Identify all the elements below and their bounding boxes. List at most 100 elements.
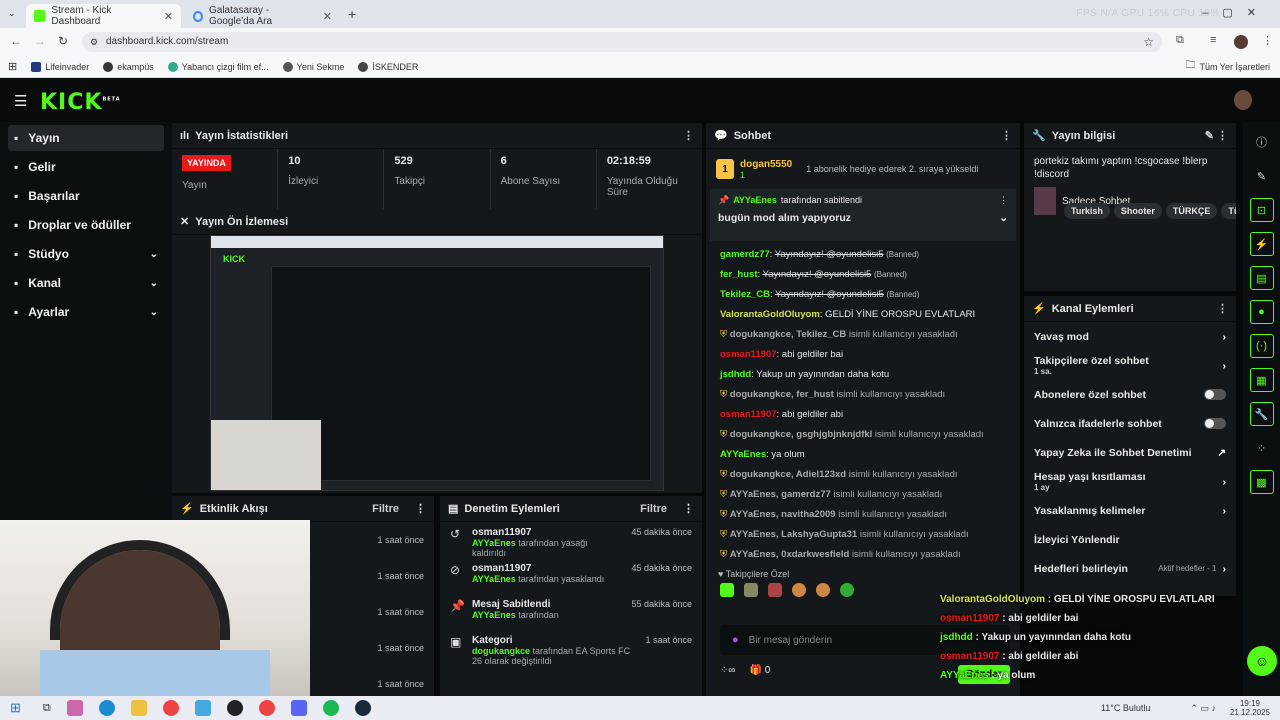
- chat-username[interactable]: jsdhdd: [720, 369, 751, 380]
- apps-icon[interactable]: ⊞: [8, 60, 17, 73]
- back-icon[interactable]: ←: [10, 34, 22, 48]
- chat-bubble-icon[interactable]: ●: [1249, 300, 1274, 324]
- tag-chip[interactable]: Shooter: [1113, 203, 1162, 219]
- steam-icon[interactable]: [354, 700, 371, 716]
- bookmark-iskender[interactable]: İSKENDER: [358, 61, 418, 72]
- filter-button[interactable]: Filtre: [372, 503, 399, 515]
- task-view-icon[interactable]: ⧉: [43, 702, 51, 715]
- weather[interactable]: 11°C Bulutlu: [1101, 703, 1150, 713]
- edge-icon[interactable]: [98, 700, 115, 716]
- tab-google-search[interactable]: Galatasaray - Google'da Ara ✕: [185, 4, 340, 28]
- channel-action-row[interactable]: Hesap yaşı kısıtlaması 1 ay ›: [1024, 467, 1236, 496]
- obs-icon[interactable]: [226, 700, 243, 716]
- chat-username[interactable]: Tekilez_CB: [720, 289, 770, 300]
- edit-icon[interactable]: ✎: [1250, 164, 1274, 188]
- close-tab-icon[interactable]: ✕: [323, 10, 332, 23]
- tab-search-icon[interactable]: ⌄: [8, 8, 16, 19]
- toggle-switch[interactable]: [1204, 418, 1226, 429]
- forward-icon[interactable]: →: [34, 34, 46, 48]
- more-options-icon[interactable]: ⋮: [683, 129, 694, 142]
- hamburger-menu-icon[interactable]: ☰: [14, 92, 27, 110]
- more-options-icon[interactable]: ⋮: [1217, 302, 1228, 315]
- info-icon[interactable]: ⓘ: [1250, 130, 1274, 154]
- channel-action-row[interactable]: Yavaş mod ›: [1024, 322, 1236, 351]
- new-tab-button[interactable]: +: [348, 6, 356, 22]
- tray-icons[interactable]: ⌃ ▭ ♪: [1190, 703, 1216, 714]
- profile-avatar[interactable]: [1234, 35, 1248, 49]
- tab-kick-dashboard[interactable]: Stream - Kick Dashboard ✕: [26, 4, 181, 28]
- moderation-actor[interactable]: AYYaEnes: [472, 574, 516, 584]
- wrench-icon[interactable]: 🔧: [1249, 402, 1274, 426]
- more-options-icon[interactable]: ⋮: [683, 502, 694, 515]
- sidebar-item-5[interactable]: ▪ Kanal ⌄: [8, 270, 164, 296]
- channel-action-row[interactable]: Hedefleri belirleyin Aktif hedefler - 1 ›: [1024, 554, 1236, 583]
- scan-icon[interactable]: ⊡: [1249, 198, 1274, 222]
- sidebar-item-2[interactable]: ▪ Başarılar: [8, 183, 164, 209]
- emote-bar[interactable]: [720, 583, 854, 605]
- chat-username[interactable]: osman11907: [720, 409, 777, 420]
- url-field[interactable]: ⚙ dashboard.kick.com/stream ☆: [82, 32, 1162, 52]
- layout-icon[interactable]: ▦: [1249, 368, 1274, 392]
- chrome-icon[interactable]: [258, 700, 275, 716]
- calculator-icon[interactable]: ▩: [1249, 470, 1274, 494]
- bookmark-star-icon[interactable]: ☆: [1143, 32, 1154, 52]
- chevron-down-icon[interactable]: ⌄: [999, 212, 1008, 224]
- channel-action-row[interactable]: Yasaklanmış kelimeler ›: [1024, 496, 1236, 525]
- users-icon[interactable]: ⁘: [1250, 436, 1274, 460]
- clipboard-icon[interactable]: ▤: [1249, 266, 1274, 290]
- channel-action-row[interactable]: Yalnızca ifadelerle sohbet: [1024, 409, 1236, 438]
- explorer-icon[interactable]: [130, 700, 147, 716]
- window-controls[interactable]: –▢✕: [1202, 6, 1270, 19]
- close-tab-icon[interactable]: ✕: [164, 10, 173, 23]
- stream-preview-video[interactable]: KICK: [210, 235, 664, 491]
- spotify-icon[interactable]: [322, 700, 339, 716]
- chat-username[interactable]: AYYaEnes: [720, 449, 766, 460]
- moderation-actor[interactable]: dogukangkce: [472, 646, 530, 656]
- tag-chip[interactable]: Turkish: [1064, 203, 1110, 219]
- bookmark-lifeinvader[interactable]: Lifeinvader: [31, 61, 89, 72]
- chrome-icon[interactable]: [162, 700, 179, 716]
- tag-chip[interactable]: Türk: [1221, 203, 1236, 219]
- sidebar-item-0[interactable]: ▪ Yayın: [8, 125, 164, 151]
- moderation-actor[interactable]: AYYaEnes: [472, 610, 516, 620]
- channel-action-row[interactable]: Abonelere özel sohbet: [1024, 380, 1236, 409]
- channel-action-row[interactable]: İzleyici Yönlendir: [1024, 525, 1236, 554]
- support-button[interactable]: ☺: [1247, 646, 1277, 676]
- media-icon[interactable]: ≡: [1210, 34, 1216, 46]
- channel-action-row[interactable]: Takipçilere özel sohbet 1 sa. ›: [1024, 351, 1236, 380]
- toggle-switch[interactable]: [1204, 389, 1226, 400]
- bookmark-yeni-sekme[interactable]: Yeni Sekme: [282, 61, 344, 72]
- bolt-icon[interactable]: ⚡: [1249, 232, 1274, 256]
- kick-logo[interactable]: KICKBETA: [40, 90, 121, 115]
- moderation-actor[interactable]: AYYaEnes: [472, 538, 516, 548]
- user-avatar[interactable]: [1234, 90, 1252, 110]
- channel-action-row[interactable]: Yapay Zeka ile Sohbet Denetimi ↗: [1024, 438, 1236, 467]
- more-options-icon[interactable]: ⋮: [415, 502, 426, 515]
- sidebar-item-3[interactable]: ▪ Droplar ve ödüller: [8, 212, 164, 238]
- chat-username[interactable]: gamerdz77: [720, 249, 770, 260]
- sidebar-item-4[interactable]: ▪ Stüdyo ⌄: [8, 241, 164, 267]
- copilot-icon[interactable]: [66, 700, 83, 716]
- more-options-icon[interactable]: ⋮: [1001, 129, 1012, 142]
- broadcast-icon[interactable]: (·): [1249, 334, 1274, 358]
- tag-chip[interactable]: TÜRKÇE: [1165, 203, 1218, 219]
- bookmark-cizgi-film[interactable]: Yabancı çizgi film ef...: [167, 61, 269, 72]
- bookmark-ekampus[interactable]: ekampüs: [103, 61, 154, 72]
- unpin-icon[interactable]: ⋮: [999, 195, 1008, 206]
- chat-username[interactable]: ValorantaGoldOluyom: [720, 309, 820, 320]
- sidebar-item-1[interactable]: ▪ Gelir: [8, 154, 164, 180]
- site-info-icon[interactable]: ⚙: [90, 32, 98, 52]
- filter-button[interactable]: Filtre: [640, 503, 667, 515]
- extensions-icon[interactable]: ⧉: [1176, 34, 1184, 47]
- chat-username[interactable]: osman11907: [720, 349, 777, 360]
- all-bookmarks-folder[interactable]: 🗀 Tüm Yer İşaretleri: [1185, 58, 1270, 75]
- sidebar-item-6[interactable]: ▪ Ayarlar ⌄: [8, 299, 164, 325]
- chat-username[interactable]: fer_hust: [720, 269, 757, 280]
- edit-icon[interactable]: ✎ ⋮: [1205, 129, 1228, 142]
- emote-picker-icon[interactable]: ●: [732, 634, 739, 646]
- clock[interactable]: 19:19 21.12.2025: [1230, 699, 1270, 717]
- pinned-message[interactable]: 📌 AYYaEnes tarafından sabitlendi ⋮ bugün mo…: [710, 189, 1016, 241]
- users-icon[interactable]: ⁘∞: [720, 665, 736, 676]
- menu-icon[interactable]: ⋮: [1262, 34, 1273, 47]
- points-display[interactable]: 🎁 0: [750, 665, 771, 676]
